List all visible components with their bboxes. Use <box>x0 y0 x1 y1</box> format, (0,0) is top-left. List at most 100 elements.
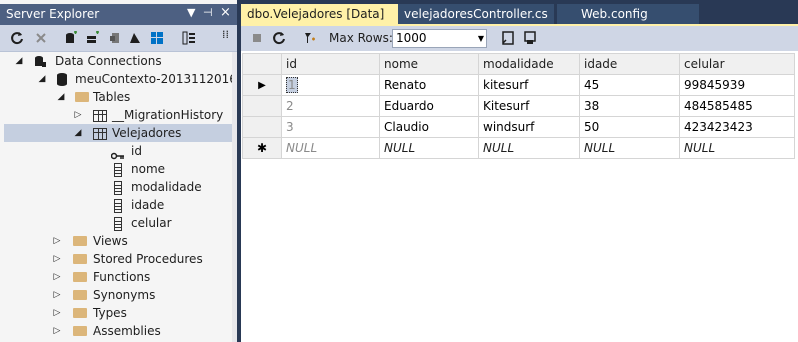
cell-idade[interactable]: 50 <box>579 116 680 138</box>
table-icon <box>93 110 107 122</box>
new-row-marker-icon[interactable]: ✱ <box>242 137 282 159</box>
folder-icon <box>73 326 87 336</box>
tree-item-column-id[interactable]: id <box>0 142 232 160</box>
column-header[interactable]: idade <box>579 53 680 75</box>
cell-null[interactable]: NULL <box>478 137 580 159</box>
pin-icon[interactable]: ⊣ <box>203 6 213 19</box>
toolbar-overflow-icon[interactable]: ⁞⁞ <box>222 28 229 41</box>
server-explorer-toolbar: ⁞⁞ <box>0 25 237 52</box>
column-header[interactable]: modalidade <box>478 53 580 75</box>
cell-id-value: 1 <box>286 77 298 93</box>
collapsed-arrow-icon[interactable]: ▷ <box>52 304 62 322</box>
properties-icon[interactable] <box>182 31 196 45</box>
tree-item-stored-procedures[interactable]: ▷ Stored Procedures <box>0 250 232 268</box>
table-row[interactable]: ▶ 1 Renato kitesurf 45 99845939 <box>242 74 795 96</box>
connect-database-icon[interactable] <box>64 31 78 45</box>
collapsed-arrow-icon[interactable]: ▷ <box>52 250 62 268</box>
data-connections-icon <box>35 56 46 67</box>
column-header[interactable]: id <box>281 53 380 75</box>
max-rows-select[interactable]: 1000 ▼ <box>392 29 487 48</box>
cell-nome[interactable]: Claudio <box>379 116 479 138</box>
cell-celular[interactable]: 484585485 <box>679 95 795 117</box>
folder-icon <box>73 254 87 264</box>
tree-item-migration-history[interactable]: ▷ __MigrationHistory <box>0 106 232 124</box>
tree-label: Synonyms <box>93 288 156 302</box>
cell-celular[interactable]: 99845939 <box>679 74 795 96</box>
cell-nome[interactable]: Renato <box>379 74 479 96</box>
tree-item-column-modalidade[interactable]: modalidade <box>0 178 232 196</box>
column-icon <box>114 217 122 231</box>
tree-item-velejadores[interactable]: ◢ Velejadores <box>4 124 232 142</box>
script-icon[interactable] <box>501 31 515 45</box>
cell-id[interactable]: 2 <box>281 95 380 117</box>
tree-item-column-celular[interactable]: celular <box>0 214 232 232</box>
tab-velejadores-controller[interactable]: velejadoresController.cs <box>398 4 554 25</box>
azure-icon[interactable] <box>128 31 142 45</box>
table-row[interactable]: 3 Claudio windsurf 50 423423423 <box>242 116 795 138</box>
cell-celular[interactable]: 423423423 <box>679 116 795 138</box>
cell-null[interactable]: NULL <box>579 137 680 159</box>
row-header[interactable] <box>242 116 282 138</box>
tree-label: Stored Procedures <box>93 252 203 266</box>
table-row[interactable]: 2 Eduardo Kitesurf 38 484585485 <box>242 95 795 117</box>
cell-modalidade[interactable]: kitesurf <box>478 74 580 96</box>
tree-label: Views <box>93 234 128 248</box>
stop-query-icon[interactable] <box>251 32 263 44</box>
windows-icon[interactable] <box>150 31 164 45</box>
expanded-arrow-icon[interactable]: ◢ <box>14 52 24 70</box>
tab-web-config[interactable]: Web.config <box>557 4 699 25</box>
tree-item-assemblies[interactable]: ▷ Assemblies <box>0 322 232 340</box>
tree-item-tables[interactable]: ◢ Tables <box>0 88 232 106</box>
cell-idade[interactable]: 45 <box>579 74 680 96</box>
cell-null[interactable]: NULL <box>379 137 479 159</box>
tree-item-views[interactable]: ▷ Views <box>0 232 232 250</box>
expanded-arrow-icon[interactable]: ◢ <box>73 124 83 142</box>
cell-modalidade[interactable]: windsurf <box>478 116 580 138</box>
cell-null[interactable]: NULL <box>679 137 795 159</box>
new-row[interactable]: ✱ NULL NULL NULL NULL NULL <box>242 137 795 159</box>
tree-item-data-connections[interactable]: ◢ Data Connections <box>0 52 232 70</box>
filter-icon[interactable] <box>303 31 317 45</box>
primary-key-icon <box>110 147 125 160</box>
tree-item-column-idade[interactable]: idade <box>0 196 232 214</box>
tree-item-functions[interactable]: ▷ Functions <box>0 268 232 286</box>
cell-id[interactable]: 1 <box>281 74 380 96</box>
database-icon <box>57 73 67 86</box>
collapsed-arrow-icon[interactable]: ▷ <box>52 232 62 250</box>
connect-server-icon[interactable] <box>86 31 100 45</box>
header-row: id nome modalidade idade celular <box>242 53 795 75</box>
tree-item-types[interactable]: ▷ Types <box>0 304 232 322</box>
cell-modalidade[interactable]: Kitesurf <box>478 95 580 117</box>
chevron-down-icon[interactable]: ▼ <box>478 30 484 47</box>
tree-label: Assemblies <box>93 324 161 338</box>
tree-label: modalidade <box>131 180 202 194</box>
collapsed-arrow-icon[interactable]: ▷ <box>73 106 83 124</box>
expanded-arrow-icon[interactable]: ◢ <box>56 88 66 106</box>
cell-nome[interactable]: Eduardo <box>379 95 479 117</box>
close-icon[interactable]: × <box>220 5 231 20</box>
tree-label: id <box>131 144 142 158</box>
tree-item-synonyms[interactable]: ▷ Synonyms <box>0 286 232 304</box>
window-position-dropdown-icon[interactable]: ▼ <box>187 6 195 19</box>
stop-icon[interactable] <box>34 31 48 45</box>
current-row-marker[interactable]: ▶ <box>242 74 282 96</box>
cell-idade[interactable]: 38 <box>579 95 680 117</box>
refresh-data-icon[interactable] <box>272 31 286 45</box>
expanded-arrow-icon[interactable]: ◢ <box>37 70 47 88</box>
row-header-corner[interactable] <box>242 53 282 75</box>
row-header[interactable] <box>242 95 282 117</box>
column-header[interactable]: celular <box>679 53 795 75</box>
collapsed-arrow-icon[interactable]: ▷ <box>52 322 62 340</box>
column-header[interactable]: nome <box>379 53 479 75</box>
collapsed-arrow-icon[interactable]: ▷ <box>52 268 62 286</box>
collapsed-arrow-icon[interactable]: ▷ <box>52 286 62 304</box>
cell-id[interactable]: 3 <box>281 116 380 138</box>
refresh-icon[interactable] <box>10 31 24 45</box>
script-to-file-icon[interactable] <box>523 31 537 45</box>
tree-item-column-nome[interactable]: nome <box>0 160 232 178</box>
sharepoint-icon[interactable] <box>108 31 122 45</box>
tree-label: Functions <box>93 270 151 284</box>
cell-null[interactable]: NULL <box>281 137 380 159</box>
max-rows-label: Max Rows: <box>329 31 393 45</box>
tree-item-connection[interactable]: ◢ meuContexto-20131120161220 <box>0 70 267 88</box>
